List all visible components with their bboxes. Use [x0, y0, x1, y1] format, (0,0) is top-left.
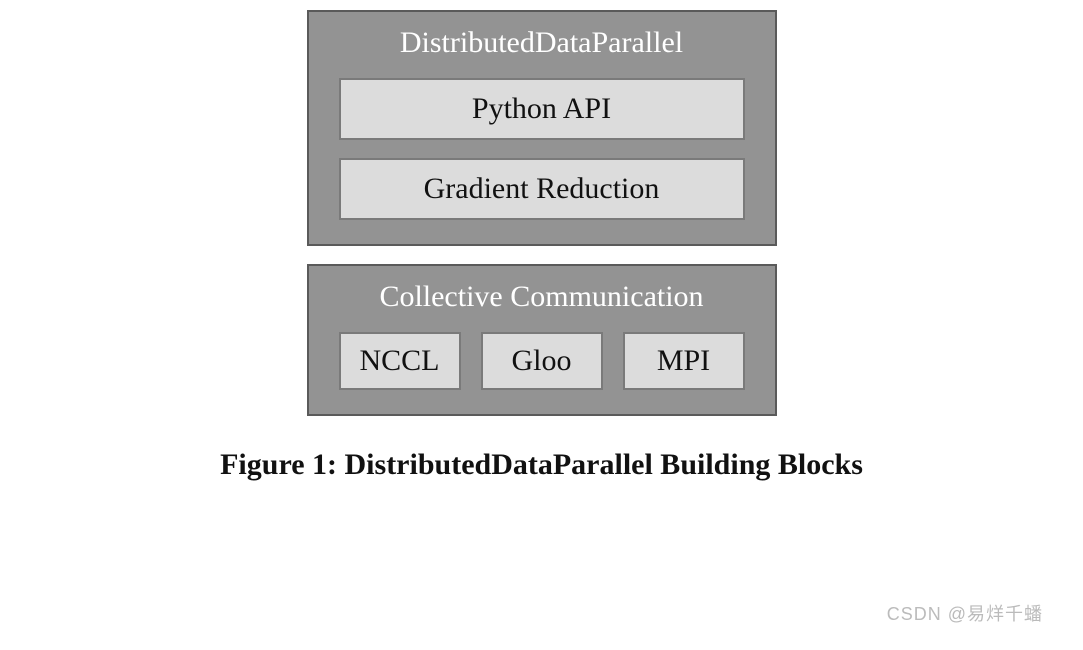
gradient-reduction-box: Gradient Reduction: [339, 158, 745, 220]
figure-caption: Figure 1: DistributedDataParallel Buildi…: [220, 448, 863, 482]
watermark: CSDN @易烊千蟠: [887, 600, 1043, 626]
collective-comm-title: Collective Communication: [379, 280, 703, 314]
backend-row: NCCL Gloo MPI: [339, 332, 745, 390]
ddp-block: DistributedDataParallel Python API Gradi…: [307, 10, 777, 246]
collective-comm-block: Collective Communication NCCL Gloo MPI: [307, 264, 777, 416]
python-api-box: Python API: [339, 78, 745, 140]
nccl-box: NCCL: [339, 332, 461, 390]
ddp-block-title: DistributedDataParallel: [400, 26, 683, 60]
gloo-box: Gloo: [481, 332, 603, 390]
mpi-box: MPI: [623, 332, 745, 390]
